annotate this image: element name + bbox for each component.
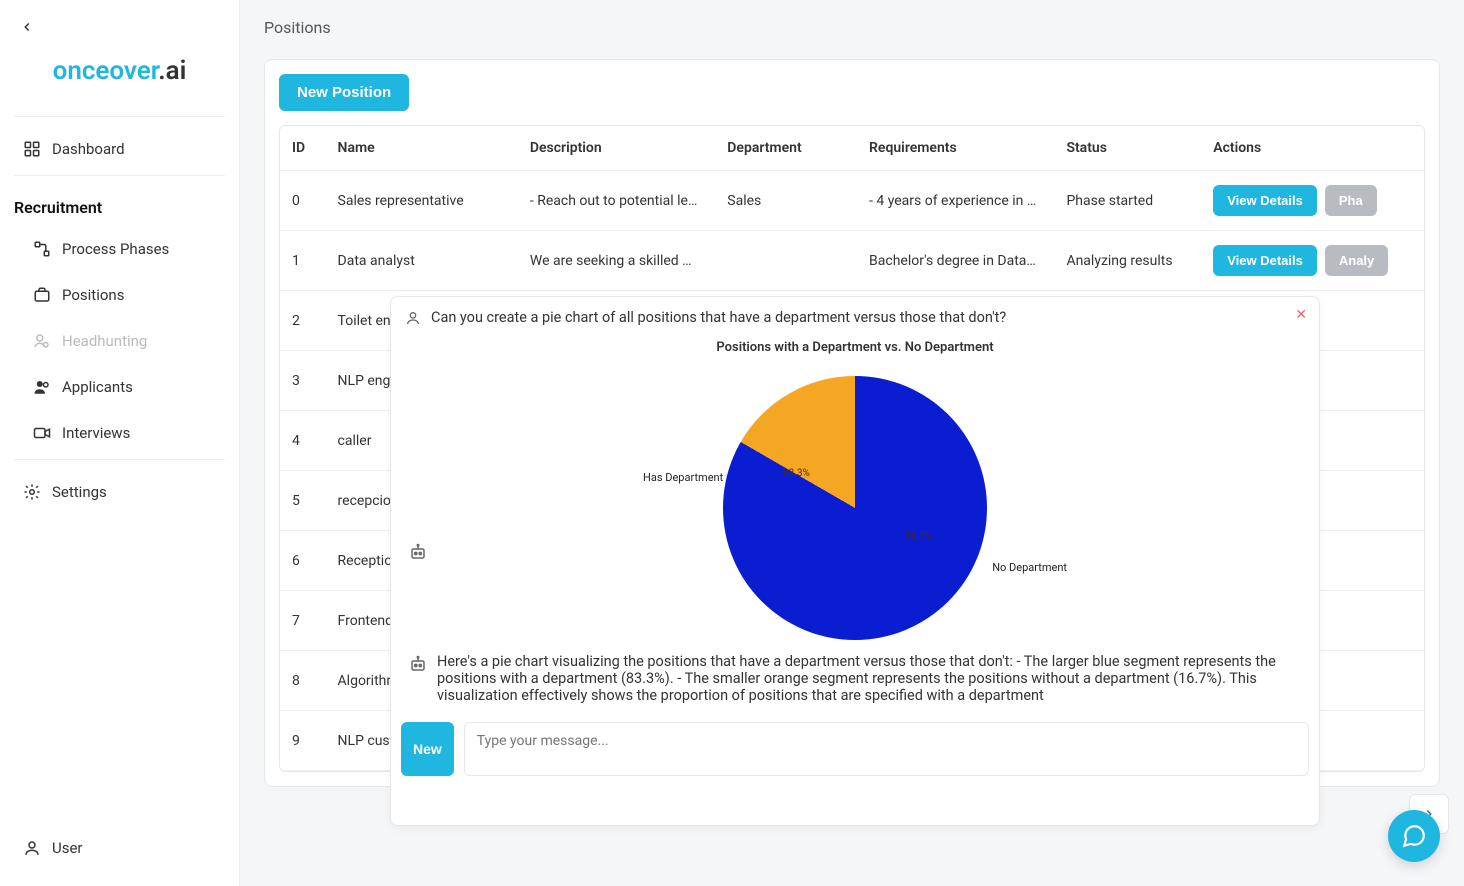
cell-id: 4 [280, 411, 326, 471]
users-icon [32, 377, 52, 397]
logo-brand: onceover [53, 56, 159, 86]
pie-graphic: Has Department No Department 83.3% 16.7% [723, 376, 987, 640]
chat-input[interactable] [464, 722, 1309, 776]
divider [14, 116, 225, 117]
chat-fab[interactable] [1388, 810, 1440, 862]
cell-dept: Sales [715, 171, 857, 231]
sidebar-item-applicants[interactable]: Applicants [24, 367, 225, 407]
logo: onceover.ai [14, 56, 225, 86]
pie-chart: Has Department No Department 83.3% 16.7% [391, 363, 1319, 653]
cell-actions: View Details Pha [1201, 171, 1424, 231]
sidebar-item-settings[interactable]: Settings [14, 472, 225, 512]
sidebar-item-dashboard[interactable]: Dashboard [14, 129, 225, 169]
cell-id: 3 [280, 351, 326, 411]
bot-icon [409, 655, 427, 673]
sidebar-item-label: Positions [62, 286, 124, 304]
chart-title: Positions with a Department vs. No Depar… [391, 340, 1319, 355]
view-details-button[interactable]: View Details [1213, 245, 1317, 276]
th-status: Status [1054, 126, 1201, 171]
cell-id: 7 [280, 591, 326, 651]
th-description: Description [518, 126, 715, 171]
chat-panel: Can you create a pie chart of all positi… [390, 296, 1320, 826]
sidebar-item-headhunting: Headhunting [24, 321, 225, 361]
gear-icon [22, 482, 42, 502]
cell-req: - 4 years of experience in … [857, 171, 1054, 231]
cell-name: Data analyst [326, 231, 518, 291]
sidebar-item-user[interactable]: User [14, 828, 225, 868]
th-id: ID [280, 126, 326, 171]
page-title: Positions [264, 18, 1440, 37]
pie-label-has: Has Department [643, 471, 723, 484]
sidebar-item-label: Settings [52, 483, 107, 501]
cell-status: Phase started [1054, 171, 1201, 231]
user-icon [22, 838, 42, 858]
sidebar-item-interviews[interactable]: Interviews [24, 413, 225, 453]
sidebar-item-positions[interactable]: Positions [24, 275, 225, 315]
sidebar-item-label: Dashboard [52, 140, 125, 158]
sidebar-item-label: Interviews [62, 424, 130, 442]
sidebar-item-process-phases[interactable]: Process Phases [24, 229, 225, 269]
th-department: Department [715, 126, 857, 171]
sidebar-section-title: Recruitment [14, 188, 225, 229]
target-icon [32, 331, 52, 351]
user-icon [405, 310, 421, 326]
cell-actions: View Details Analy [1201, 231, 1424, 291]
cell-desc: - Reach out to potential le… [518, 171, 715, 231]
logo-suffix: .ai [158, 56, 186, 86]
back-button[interactable] [14, 18, 225, 36]
new-chat-button[interactable]: New [401, 722, 454, 776]
grid-icon [22, 139, 42, 159]
cell-id: 9 [280, 711, 326, 771]
new-position-button[interactable]: New Position [279, 74, 409, 111]
divider [14, 175, 225, 176]
cell-desc: We are seeking a skilled … [518, 231, 715, 291]
chat-question-text: Can you create a pie chart of all positi… [431, 309, 1006, 326]
sidebar-item-label: Headhunting [62, 332, 147, 350]
sidebar: onceover.ai Dashboard Recruitment Proces… [0, 0, 240, 886]
chat-question-row: Can you create a pie chart of all positi… [391, 297, 1319, 338]
pie-pct-has: 83.3% [783, 468, 810, 479]
secondary-action-button[interactable]: Pha [1325, 185, 1377, 216]
cell-dept [715, 231, 857, 291]
chat-answer-row: Here's a pie chart visualizing the posit… [391, 653, 1319, 712]
cell-id: 2 [280, 291, 326, 351]
table-row: 0Sales representative- Reach out to pote… [280, 171, 1424, 231]
cell-id: 5 [280, 471, 326, 531]
cell-id: 0 [280, 171, 326, 231]
divider [14, 459, 225, 460]
th-requirements: Requirements [857, 126, 1054, 171]
cell-id: 8 [280, 651, 326, 711]
chat-input-row: New [391, 712, 1319, 786]
pie-label-no: No Department [992, 561, 1067, 574]
pie-pct-no: 16.7% [905, 531, 932, 542]
view-details-button[interactable]: View Details [1213, 185, 1317, 216]
flow-icon [32, 239, 52, 259]
close-icon[interactable]: ✕ [1295, 307, 1307, 323]
sidebar-item-label: User [52, 839, 83, 857]
briefcase-icon [32, 285, 52, 305]
cell-status: Analyzing results [1054, 231, 1201, 291]
chat-answer-text: Here's a pie chart visualizing the posit… [437, 653, 1301, 704]
cell-id: 1 [280, 231, 326, 291]
cell-req: Bachelor's degree in Data… [857, 231, 1054, 291]
cell-id: 6 [280, 531, 326, 591]
video-icon [32, 423, 52, 443]
th-actions: Actions [1201, 126, 1424, 171]
table-row: 1Data analystWe are seeking a skilled … B… [280, 231, 1424, 291]
secondary-action-button[interactable]: Analy [1325, 245, 1388, 276]
sidebar-item-label: Process Phases [62, 240, 169, 258]
th-name: Name [326, 126, 518, 171]
sidebar-item-label: Applicants [62, 378, 133, 396]
cell-name: Sales representative [326, 171, 518, 231]
bot-icon [409, 543, 427, 561]
